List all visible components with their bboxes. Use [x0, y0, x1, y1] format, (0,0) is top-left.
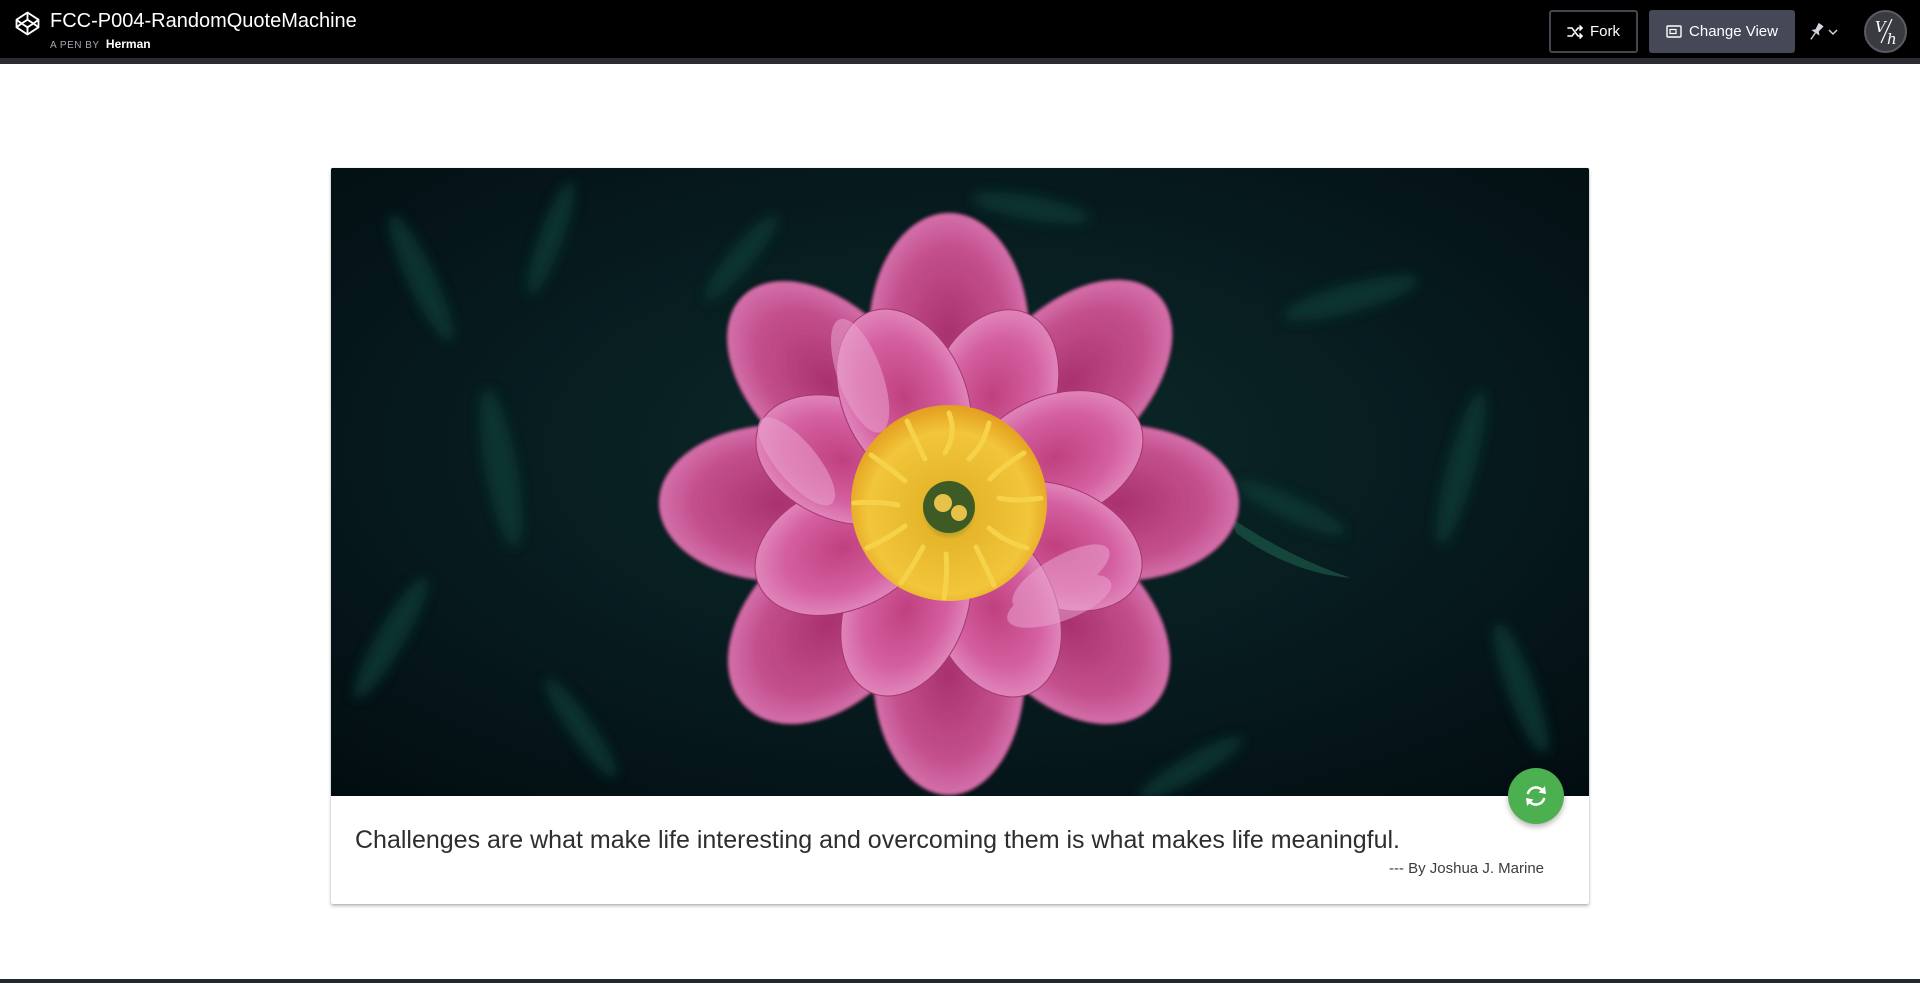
- fork-icon: [1567, 24, 1583, 39]
- window-icon: [1666, 25, 1682, 38]
- quote-author: --- By Joshua J. Marine: [1388, 860, 1544, 877]
- change-view-button[interactable]: Change View: [1649, 10, 1795, 53]
- pin-icon: [1810, 22, 1824, 40]
- peony-flower-image: [331, 168, 1589, 796]
- change-view-label: Change View: [1689, 23, 1778, 40]
- fork-button[interactable]: Fork: [1549, 10, 1638, 53]
- pin-menu-button[interactable]: [1806, 18, 1842, 46]
- pen-header: FCC-P004-RandomQuoteMachine A PEN BY Her…: [0, 0, 1920, 64]
- bottom-edge: [0, 979, 1920, 983]
- pen-title[interactable]: FCC-P004-RandomQuoteMachine: [50, 9, 357, 33]
- quote-image: [331, 168, 1589, 796]
- quote-text: Challenges are what make life interestin…: [355, 826, 1400, 854]
- fork-label: Fork: [1590, 23, 1620, 40]
- svg-text:h: h: [1887, 30, 1897, 48]
- quote-card: [331, 168, 1589, 904]
- codepen-logo-icon[interactable]: [14, 10, 41, 37]
- chevron-down-icon: [1828, 29, 1838, 36]
- byline-prefix: A PEN BY: [50, 40, 100, 51]
- user-avatar[interactable]: V h: [1864, 10, 1907, 53]
- author-link[interactable]: Herman: [106, 37, 151, 51]
- refresh-icon: [1526, 786, 1546, 806]
- new-quote-button[interactable]: [1508, 768, 1564, 824]
- pen-byline: A PEN BY Herman: [50, 37, 151, 53]
- avatar-monogram: V h: [1875, 18, 1897, 48]
